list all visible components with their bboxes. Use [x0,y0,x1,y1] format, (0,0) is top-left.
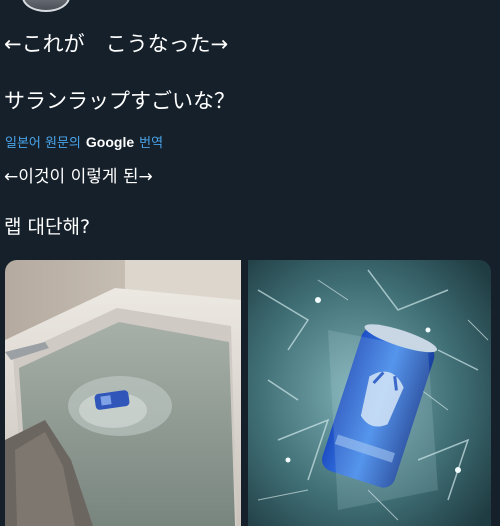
photo-wrapped-can[interactable] [248,260,491,526]
tweet-text-translated-line-2: 랩 대단해? [4,216,91,238]
bathtub-image [5,260,241,526]
translate-tweet-link[interactable]: 일본어 원문의 Google 번역 [5,132,163,152]
tweet-text-translated-line-1: ←이것이 이렇게 된→ [4,167,153,187]
translate-action[interactable]: 번역 [139,132,163,151]
translate-label[interactable]: 일본어 원문의 [5,132,81,151]
media-grid [5,260,491,526]
google-brand: Google [85,133,135,150]
tweet: ←これが こうなった→ サランラップすごいな？ 일본어 원문의 Google 번… [0,0,500,526]
wrapped-can-image [248,260,491,526]
photo-bathtub[interactable] [5,260,241,526]
avatar[interactable] [22,0,70,12]
tweet-text-original-line-2: サランラップすごいな？ [4,89,235,113]
tweet-text-original-line-1: ←これが こうなった→ [4,32,229,56]
